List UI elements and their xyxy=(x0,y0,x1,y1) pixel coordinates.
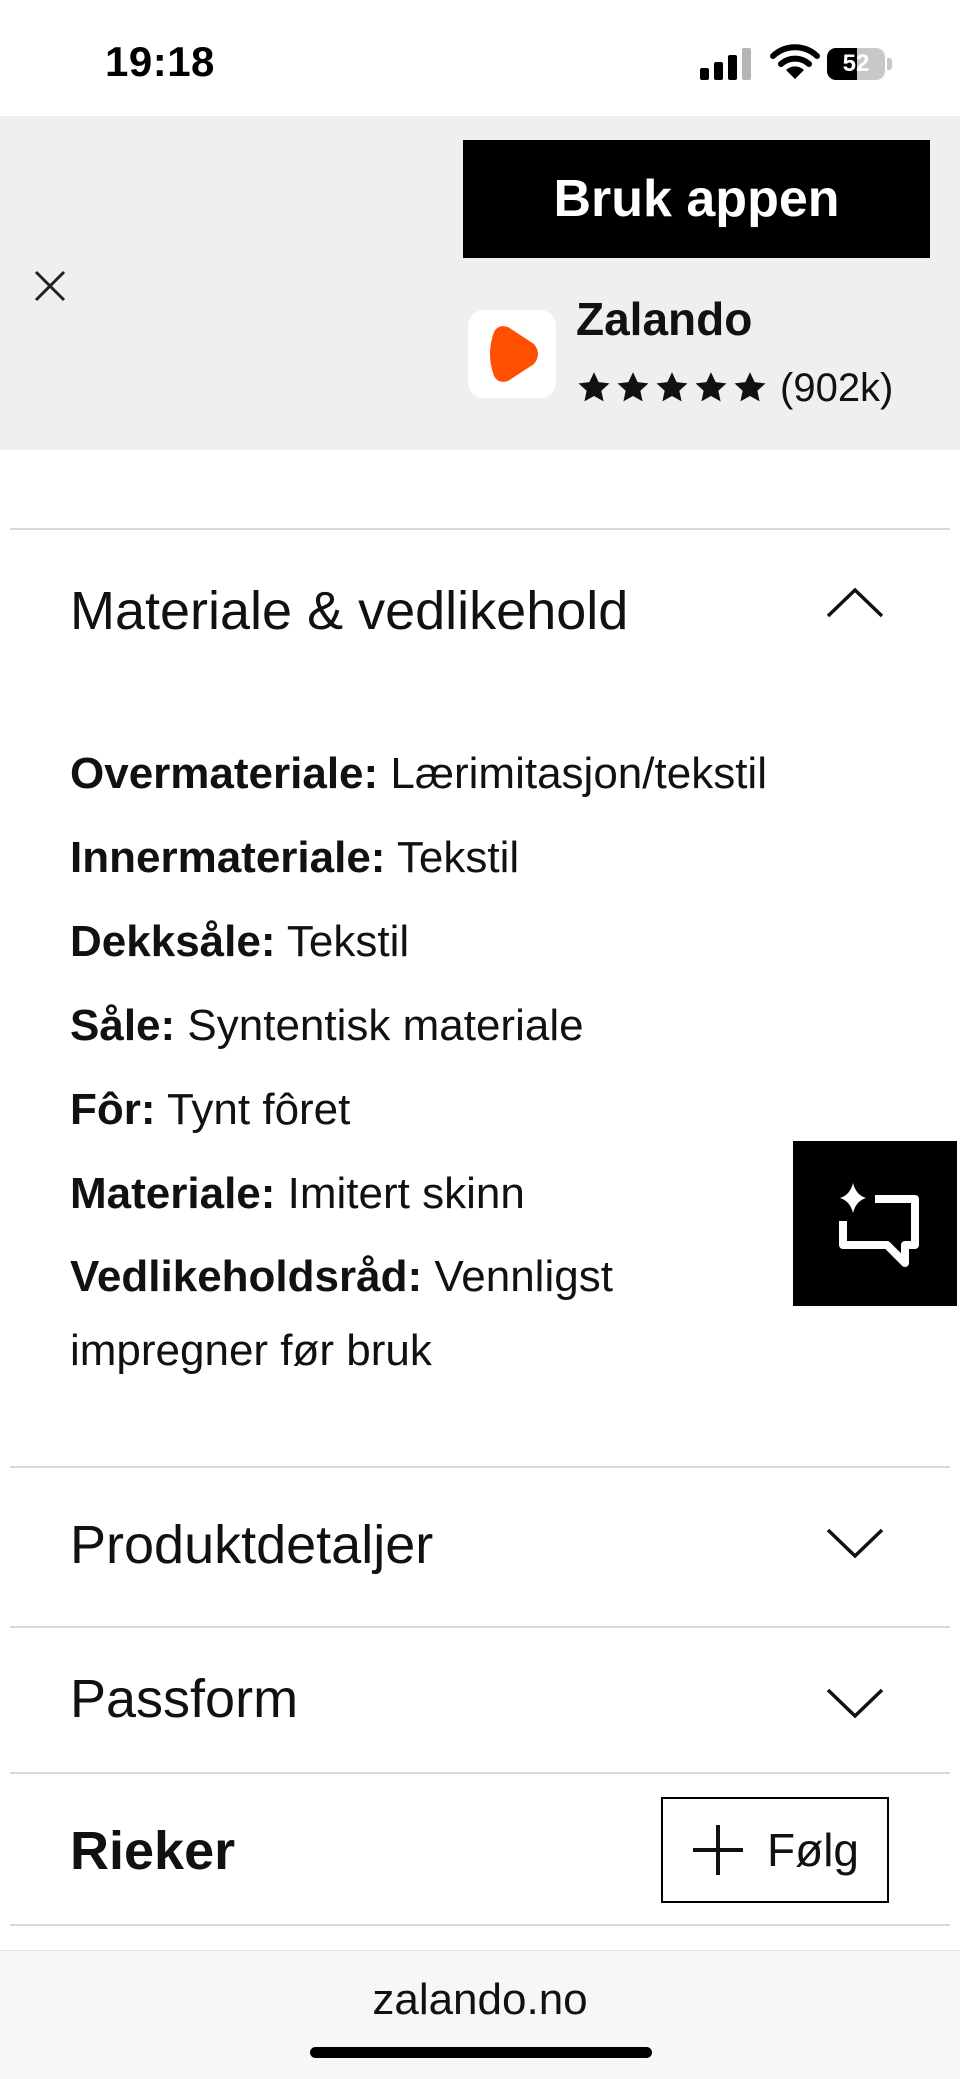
section-title-material: Materiale & vedlikehold xyxy=(70,581,629,641)
chevron-down-icon xyxy=(826,1528,884,1559)
cellular-signal-icon xyxy=(700,48,751,80)
detail-row: Såle: Syntentisk materiale xyxy=(70,1001,584,1050)
section-title-fit: Passform xyxy=(70,1669,299,1729)
detail-row: Fôr: Tynt fôret xyxy=(70,1085,351,1134)
battery-icon: 52 xyxy=(827,48,895,80)
browser-url-bar[interactable]: zalando.no xyxy=(0,1950,960,2079)
sparkle-chat-icon xyxy=(839,1183,919,1267)
detail-row: Dekksåle: Tekstil xyxy=(70,917,410,966)
follow-label: Følg xyxy=(767,1824,859,1876)
ai-assistant-button[interactable] xyxy=(793,1141,957,1306)
plus-icon xyxy=(693,1825,743,1875)
divider xyxy=(10,1924,950,1926)
detail-row: Materiale: Imitert skinn xyxy=(70,1169,525,1218)
use-app-button[interactable]: Bruk appen xyxy=(463,140,930,258)
section-title-product-details: Produktdetaljer xyxy=(70,1515,434,1575)
app-install-banner: Bruk appen Zalando (902k) xyxy=(0,116,960,450)
rating-count: (902k) xyxy=(780,365,894,410)
detail-row: Overmateriale: Lærimitasjon/tekstil xyxy=(70,749,767,798)
app-name: Zalando xyxy=(576,293,753,345)
star-icon xyxy=(656,372,688,402)
divider xyxy=(10,1772,950,1774)
star-icon xyxy=(617,372,649,402)
accordion-material-care[interactable]: Materiale & vedlikehold xyxy=(0,530,960,690)
wifi-icon xyxy=(770,44,820,79)
star-icon xyxy=(734,372,766,402)
material-details: Overmateriale: Lærimitasjon/tekstil Inne… xyxy=(70,732,910,1388)
home-indicator xyxy=(310,2047,652,2058)
chevron-down-icon xyxy=(826,1688,884,1719)
follow-brand-button[interactable]: Følg xyxy=(661,1797,889,1903)
accordion-product-details[interactable]: Produktdetaljer xyxy=(0,1468,960,1626)
detail-row: Vedlikeholdsråd: Vennligst impregner før… xyxy=(70,1252,613,1375)
chevron-up-icon xyxy=(826,587,884,618)
battery-percentage: 52 xyxy=(842,50,870,77)
brand-name: Rieker xyxy=(70,1821,236,1881)
close-icon[interactable] xyxy=(20,256,80,316)
accordion-fit[interactable]: Passform xyxy=(0,1628,960,1772)
rating-stars xyxy=(576,370,768,406)
detail-row: Innermateriale: Tekstil xyxy=(70,833,520,882)
url-text: zalando.no xyxy=(372,1975,588,2024)
status-bar: 19:18 52 xyxy=(0,0,960,116)
zalando-app-icon xyxy=(468,310,556,398)
star-icon xyxy=(695,372,727,402)
status-time: 19:18 xyxy=(105,38,215,85)
app-rating: (902k) xyxy=(576,360,893,416)
star-icon xyxy=(578,372,610,402)
